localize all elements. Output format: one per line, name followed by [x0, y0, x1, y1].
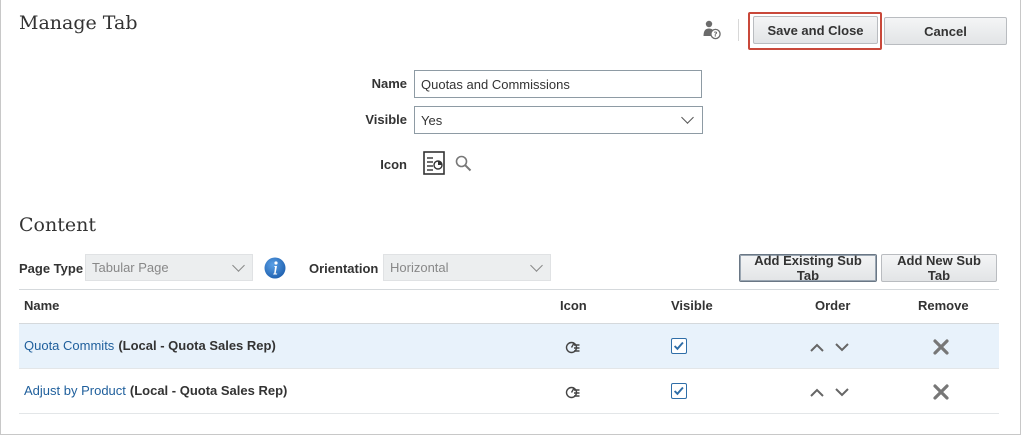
name-label: Name [371, 76, 407, 91]
checkmark-icon [673, 386, 684, 396]
column-header-visible: Visible [671, 298, 713, 313]
chevron-down-icon [232, 259, 245, 272]
visible-checkbox[interactable] [671, 338, 687, 354]
sub-tab-icon [565, 386, 580, 399]
table-row[interactable]: Quota Commits (Local - Quota Sales Rep) [19, 324, 999, 369]
user-help-icon[interactable]: ? [703, 20, 721, 40]
visible-select-value: Yes [421, 112, 443, 128]
search-icon[interactable] [455, 155, 472, 172]
tabular-page-icon [423, 151, 445, 175]
row-suffix: (Local - Quota Sales Rep) [129, 383, 288, 398]
column-header-name[interactable]: Name [24, 298, 59, 313]
move-up-icon[interactable] [809, 386, 825, 398]
row-name-cell: Adjust by Product (Local - Quota Sales Re… [24, 383, 287, 398]
sub-tab-link[interactable]: Adjust by Product [24, 383, 126, 398]
orientation-select: Horizontal [383, 254, 551, 281]
column-header-remove: Remove [918, 298, 969, 313]
visible-checkbox[interactable] [671, 383, 687, 399]
svg-text:?: ? [713, 31, 717, 39]
page-type-label: Page Type [19, 261, 84, 276]
chevron-down-icon [530, 259, 543, 272]
sub-tab-link[interactable]: Quota Commits [24, 338, 114, 353]
add-existing-sub-tab-button[interactable]: Add Existing Sub Tab [739, 253, 877, 283]
sub-tab-icon [565, 341, 580, 354]
checkmark-icon [673, 341, 684, 351]
orientation-value: Horizontal [390, 260, 449, 275]
table-row[interactable]: Adjust by Product (Local - Quota Sales Re… [19, 369, 999, 414]
add-new-sub-tab-button[interactable]: Add New Sub Tab [881, 253, 997, 283]
icon-label: Icon [380, 157, 407, 172]
save-and-close-button[interactable]: Save and Close [753, 16, 878, 44]
remove-icon[interactable] [933, 339, 949, 355]
header-separator [738, 19, 739, 41]
column-header-order: Order [815, 298, 851, 313]
info-icon[interactable] [264, 257, 286, 279]
orientation-label: Orientation [309, 261, 379, 276]
page-title: Manage Tab [19, 12, 138, 34]
chevron-down-icon [681, 111, 694, 124]
content-section-title: Content [19, 214, 96, 236]
row-name-cell: Quota Commits (Local - Quota Sales Rep) [24, 338, 276, 353]
page-type-value: Tabular Page [92, 260, 169, 275]
name-input[interactable]: Quotas and Commissions [414, 70, 702, 98]
visible-label: Visible [365, 112, 407, 127]
visible-select[interactable]: Yes [414, 106, 703, 134]
name-input-value: Quotas and Commissions [421, 76, 570, 92]
move-up-icon[interactable] [809, 341, 825, 353]
move-down-icon[interactable] [834, 386, 850, 398]
table-top-border [19, 289, 999, 290]
column-header-icon: Icon [560, 298, 587, 313]
row-suffix: (Local - Quota Sales Rep) [118, 338, 276, 353]
page-type-select: Tabular Page [85, 254, 253, 281]
cancel-button[interactable]: Cancel [884, 17, 1007, 45]
remove-icon[interactable] [933, 384, 949, 400]
move-down-icon[interactable] [834, 341, 850, 353]
